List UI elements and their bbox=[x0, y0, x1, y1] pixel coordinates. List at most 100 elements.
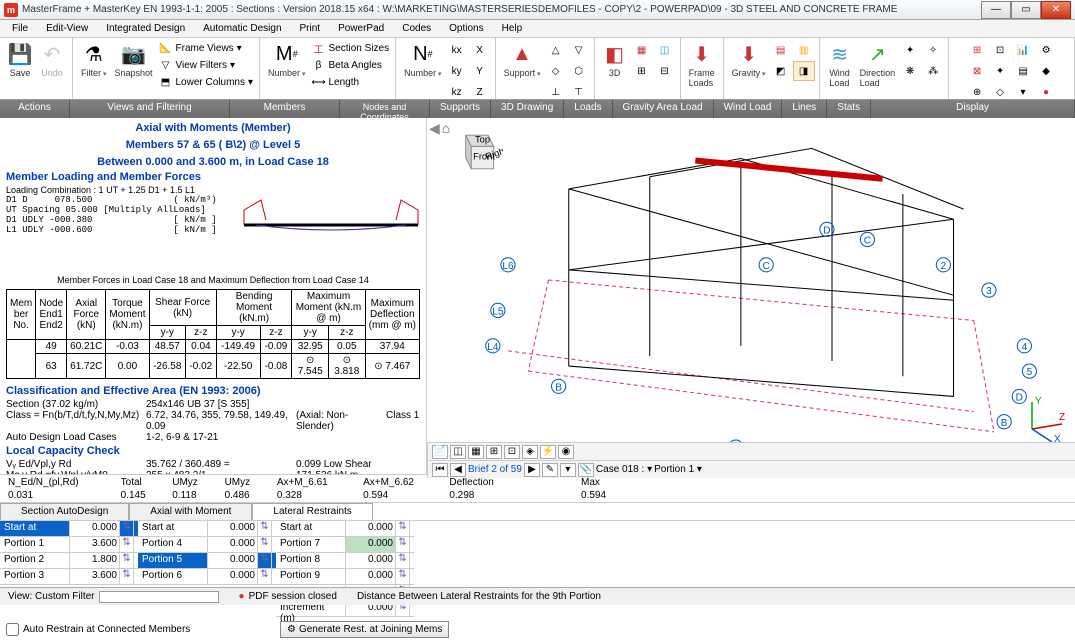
viewport-pane[interactable]: ◀ ⌂ Top Front Right bbox=[427, 118, 1075, 474]
member-number-button[interactable]: M#Number bbox=[264, 40, 309, 90]
tab-display[interactable]: Display bbox=[871, 100, 1075, 118]
disp-8[interactable]: ◆ bbox=[1035, 61, 1057, 81]
tab-members[interactable]: Members bbox=[230, 100, 340, 118]
restraint-row[interactable]: Portion 50.000⇅ bbox=[138, 553, 276, 569]
menu-codes[interactable]: Codes bbox=[394, 21, 439, 36]
vt-8[interactable]: ◉ bbox=[558, 445, 574, 459]
restraint-row[interactable]: Portion 21.800⇅ bbox=[0, 553, 138, 569]
restraint-row[interactable]: Portion 13.600⇅ bbox=[0, 537, 138, 553]
tab-actions[interactable]: Actions bbox=[0, 100, 70, 118]
vt-1[interactable]: 📄 bbox=[432, 445, 448, 459]
nav-attach[interactable]: 📎 bbox=[578, 463, 594, 477]
support-e-icon[interactable]: ⊥ bbox=[545, 82, 567, 102]
vt-5[interactable]: ⊡ bbox=[504, 445, 520, 459]
tab-nodes-coords[interactable]: Nodes and Coordinates bbox=[340, 100, 430, 118]
wind-c-icon[interactable]: ❋ bbox=[899, 61, 921, 81]
wind-b-icon[interactable]: ✧ bbox=[922, 40, 944, 60]
nav-prev[interactable]: ◀ bbox=[450, 463, 466, 477]
support-button[interactable]: ▲Support bbox=[500, 40, 545, 102]
tab-stats[interactable]: Stats bbox=[827, 100, 871, 118]
tab-gravity-area[interactable]: Gravity Area Load bbox=[613, 100, 714, 118]
beta-angles-button[interactable]: βBeta Angles bbox=[310, 57, 392, 73]
menu-integrated-design[interactable]: Integrated Design bbox=[98, 21, 193, 36]
snapshot-button[interactable]: 📷Snapshot bbox=[110, 40, 156, 90]
vt-6[interactable]: ◈ bbox=[522, 445, 538, 459]
length-button[interactable]: ⟷Length bbox=[310, 74, 392, 90]
z-icon[interactable]: Z bbox=[469, 82, 491, 102]
disp-7[interactable]: ▤ bbox=[1012, 61, 1034, 81]
generate-restraints-button[interactable]: ⚙Generate Rest. at Joining Mems bbox=[280, 621, 449, 638]
disp-2[interactable]: ⊡ bbox=[989, 40, 1011, 60]
disp-11[interactable]: ▾ bbox=[1012, 82, 1034, 102]
disp-1[interactable]: ⊞ bbox=[966, 40, 988, 60]
frame-views-button[interactable]: 📐Frame Views▾ bbox=[157, 40, 256, 56]
grav-d-icon[interactable]: ◨ bbox=[793, 61, 815, 81]
save-button[interactable]: 💾Save bbox=[4, 40, 36, 80]
3d-b-icon[interactable]: ◫ bbox=[654, 40, 676, 60]
section-sizes-button[interactable]: 工Section Sizes bbox=[310, 40, 392, 56]
restraint-row[interactable]: Portion 60.000⇅ bbox=[138, 569, 276, 585]
node-number-button[interactable]: N#Number bbox=[400, 40, 445, 102]
disp-9[interactable]: ⊕ bbox=[966, 82, 988, 102]
disp-4[interactable]: ⚙ bbox=[1035, 40, 1057, 60]
minimize-button[interactable]: — bbox=[981, 1, 1011, 19]
restraint-row[interactable]: Start at0.000⇅ bbox=[138, 521, 276, 537]
restraint-row[interactable]: Portion 70.000⇅ bbox=[276, 537, 414, 553]
tab-loads[interactable]: Loads bbox=[564, 100, 612, 118]
3d-c-icon[interactable]: ⊞ bbox=[631, 61, 653, 81]
view-filters-button[interactable]: ▽View Filters▾ bbox=[157, 57, 256, 73]
support-a-icon[interactable]: △ bbox=[545, 40, 567, 60]
support-f-icon[interactable]: ⊤ bbox=[568, 82, 590, 102]
lower-columns-button[interactable]: ⬒Lower Columns▾ bbox=[157, 74, 256, 90]
direction-load-button[interactable]: ↗Direction Load bbox=[856, 40, 900, 90]
nav-next[interactable]: ▶ bbox=[524, 463, 540, 477]
restraint-row[interactable]: Portion 40.000⇅ bbox=[138, 537, 276, 553]
menu-file[interactable]: File bbox=[4, 21, 36, 36]
tab-wind-load[interactable]: Wind Load bbox=[714, 100, 783, 118]
disp-5[interactable]: ⊠ bbox=[966, 61, 988, 81]
tab-lines[interactable]: Lines bbox=[782, 100, 827, 118]
case-dropdown[interactable]: Case 018 : ▾ bbox=[596, 464, 652, 475]
menu-options[interactable]: Options bbox=[441, 21, 491, 36]
undo-button[interactable]: ↶Undo bbox=[36, 40, 68, 80]
filter-button[interactable]: ⚗Filter bbox=[77, 40, 110, 90]
3d-d-icon[interactable]: ⊟ bbox=[654, 61, 676, 81]
menu-edit-view[interactable]: Edit-View bbox=[38, 21, 96, 36]
tab-axial-moment[interactable]: Axial with Moment bbox=[129, 503, 252, 520]
wind-load-button[interactable]: ≋Wind Load bbox=[824, 40, 856, 90]
tab-supports[interactable]: Supports bbox=[430, 100, 491, 118]
tab-views-filtering[interactable]: Views and Filtering bbox=[70, 100, 230, 118]
disp-12[interactable]: ● bbox=[1035, 82, 1057, 102]
menu-print[interactable]: Print bbox=[292, 21, 329, 36]
support-b-icon[interactable]: ▽ bbox=[568, 40, 590, 60]
frame-loads-button[interactable]: ⬇Frame Loads bbox=[685, 40, 719, 90]
nav-first[interactable]: ⏮ bbox=[432, 463, 448, 477]
nav-opt[interactable]: ▾ bbox=[560, 463, 576, 477]
restraint-row[interactable]: Portion 33.600⇅ bbox=[0, 569, 138, 585]
grav-a-icon[interactable]: ▤ bbox=[770, 40, 792, 60]
x-icon[interactable]: X bbox=[469, 40, 491, 60]
disp-10[interactable]: ◇ bbox=[989, 82, 1011, 102]
maximize-button[interactable]: ▭ bbox=[1011, 1, 1041, 19]
restraint-row[interactable]: Start at0.000⇅ bbox=[276, 521, 414, 537]
support-c-icon[interactable]: ◇ bbox=[545, 61, 567, 81]
grav-b-icon[interactable]: ▥ bbox=[793, 40, 815, 60]
menu-automatic-design[interactable]: Automatic Design bbox=[195, 21, 289, 36]
close-button[interactable]: ✕ bbox=[1041, 1, 1071, 19]
y-icon[interactable]: Y bbox=[469, 61, 491, 81]
menu-help[interactable]: Help bbox=[494, 21, 531, 36]
vt-4[interactable]: ⊞ bbox=[486, 445, 502, 459]
ky-icon[interactable]: ky bbox=[446, 61, 468, 81]
kx-icon[interactable]: kx bbox=[446, 40, 468, 60]
disp-6[interactable]: ✦ bbox=[989, 61, 1011, 81]
wind-a-icon[interactable]: ✦ bbox=[899, 40, 921, 60]
portion-dropdown[interactable]: Portion 1 ▾ bbox=[654, 464, 702, 475]
vt-2[interactable]: ◫ bbox=[450, 445, 466, 459]
grav-c-icon[interactable]: ◩ bbox=[770, 61, 792, 81]
wind-d-icon[interactable]: ⁂ bbox=[922, 61, 944, 81]
tab-3d-drawing[interactable]: 3D Drawing bbox=[491, 100, 564, 118]
3d-a-icon[interactable]: ▦ bbox=[631, 40, 653, 60]
3d-button[interactable]: ◧3D bbox=[599, 40, 631, 80]
support-d-icon[interactable]: ⬡ bbox=[568, 61, 590, 81]
restraint-row[interactable]: Portion 90.000⇅ bbox=[276, 569, 414, 585]
